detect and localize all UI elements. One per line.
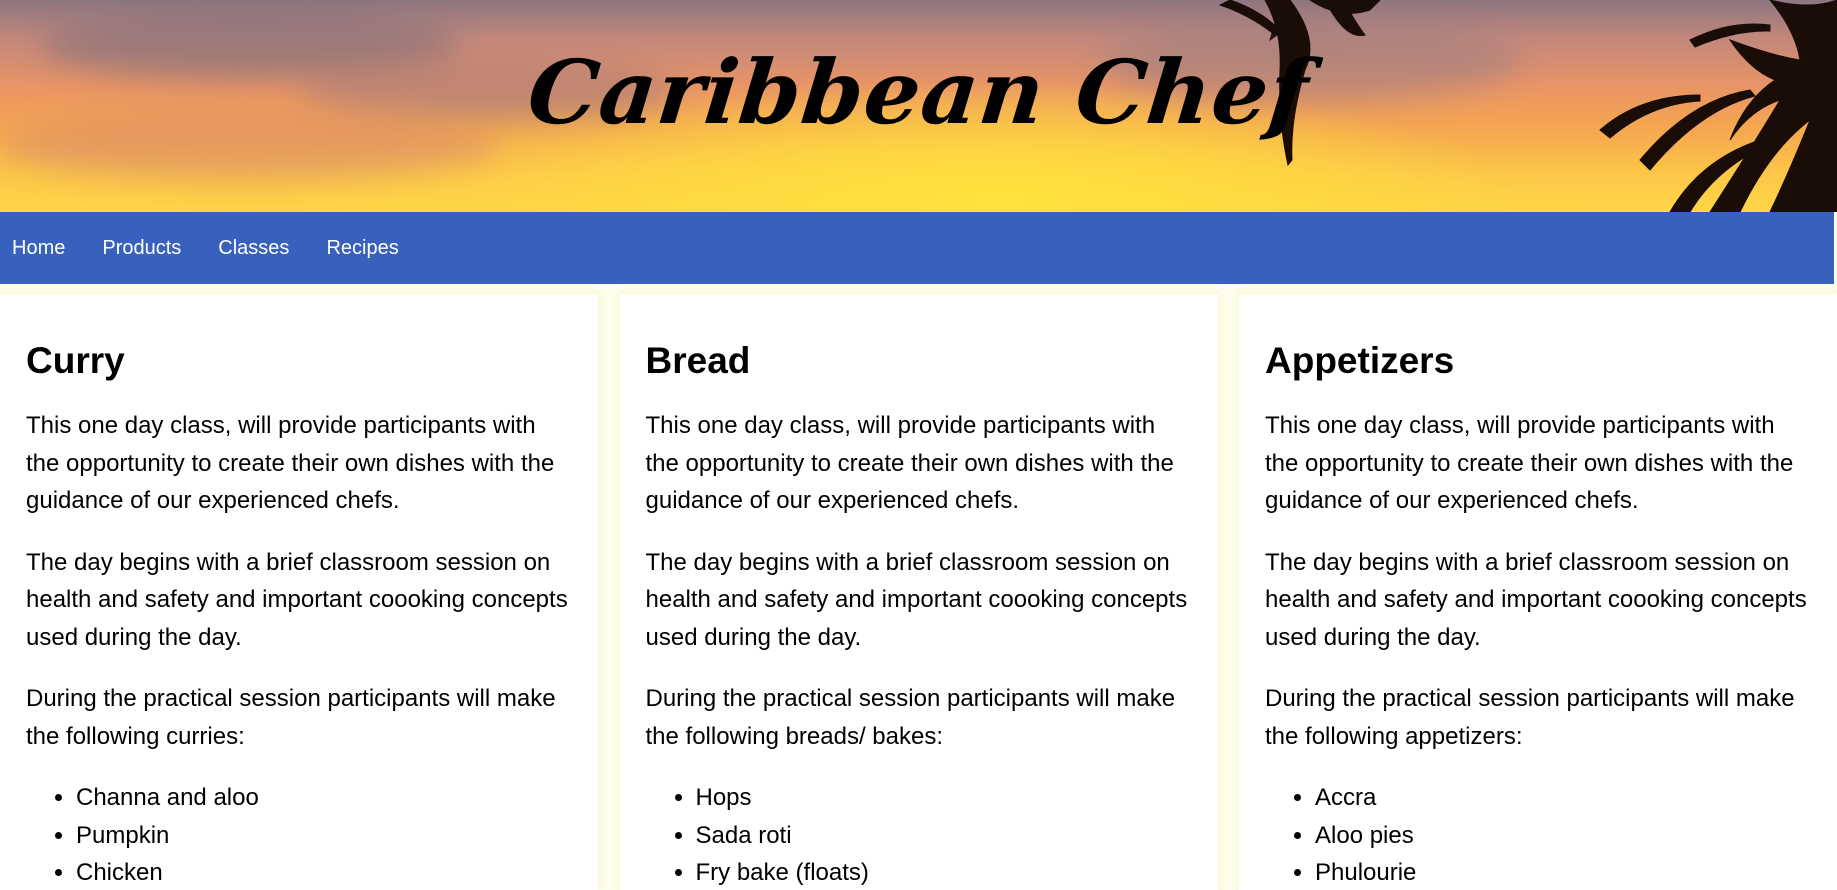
main-navigation: Home Products Classes Recipes xyxy=(0,212,1834,284)
list-item: Chicken xyxy=(76,854,572,890)
class-card-curry: Curry This one day class, will provide p… xyxy=(0,294,598,890)
nav-link-recipes[interactable]: Recipes xyxy=(326,237,398,260)
class-paragraph: The day begins with a brief classroom se… xyxy=(26,548,568,651)
class-paragraph: During the practical session participant… xyxy=(26,685,556,750)
list-item: Accra xyxy=(1315,779,1811,817)
nav-link-home[interactable]: Home xyxy=(12,237,65,260)
class-heading: Curry xyxy=(26,340,125,381)
dish-list: Accra Aloo pies Phulourie xyxy=(1315,779,1811,890)
class-paragraph: This one day class, will provide partici… xyxy=(26,412,555,514)
class-heading: Appetizers xyxy=(1265,340,1455,381)
class-card-bread: Bread This one day class, will provide p… xyxy=(619,294,1218,890)
nav-link-classes[interactable]: Classes xyxy=(218,237,289,260)
class-paragraph: During the practical session participant… xyxy=(645,685,1176,750)
class-heading: Bread xyxy=(645,340,751,381)
class-paragraph: This one day class, will provide partici… xyxy=(645,412,1174,514)
dish-list: Channa and aloo Pumpkin Chicken xyxy=(76,779,572,890)
nav-link-products[interactable]: Products xyxy=(102,237,181,260)
header-banner: Caribbean Chef xyxy=(0,0,1837,212)
class-paragraph: The day begins with a brief classroom se… xyxy=(645,548,1188,651)
site-title: Caribbean Chef xyxy=(523,40,1314,144)
list-item: Hops xyxy=(696,779,1192,817)
class-columns: Curry This one day class, will provide p… xyxy=(0,294,1837,890)
dish-list: Hops Sada roti Fry bake (floats) xyxy=(696,779,1192,890)
list-item: Aloo pies xyxy=(1315,817,1811,855)
class-card-appetizers: Appetizers This one day class, will prov… xyxy=(1239,294,1837,890)
list-item: Pumpkin xyxy=(76,817,572,855)
class-paragraph: This one day class, will provide partici… xyxy=(1265,412,1794,514)
list-item: Phulourie xyxy=(1315,854,1811,890)
list-item: Sada roti xyxy=(696,817,1192,855)
list-item: Channa and aloo xyxy=(76,779,572,817)
class-paragraph: The day begins with a brief classroom se… xyxy=(1265,548,1807,651)
list-item: Fry bake (floats) xyxy=(696,854,1192,890)
class-paragraph: During the practical session participant… xyxy=(1265,685,1795,750)
